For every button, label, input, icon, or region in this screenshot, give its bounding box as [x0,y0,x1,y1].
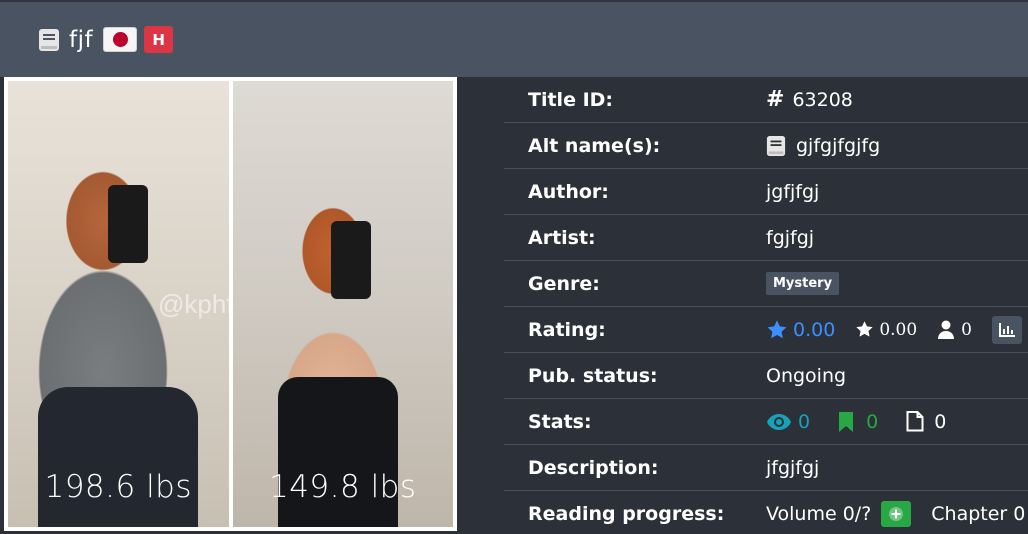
row-stats: Stats: 0 0 0 [504,399,1028,445]
bar-chart-icon [999,322,1015,337]
star-icon [856,321,873,337]
chapter-progress: Chapter 0 [931,503,1026,525]
follows-count: 0 [866,410,879,433]
alt-name-value: gjfgjfgjfg [796,134,881,157]
file-icon [906,411,924,432]
row-rating: Rating: 0.00 0.00 0 [504,307,1028,353]
hash-icon: # [766,87,785,112]
book-icon [766,135,786,156]
alt-names-label: Alt name(s): [528,134,661,157]
cover-image[interactable]: @kphfit 198.6 lbs 149.8 lbs [4,77,457,531]
stats-label: Stats: [528,410,592,433]
views-count: 0 [798,410,811,433]
plus-circle-icon [889,507,904,521]
row-alt-names: Alt name(s): gjfgjfgjfg [504,123,1028,169]
author-label: Author: [528,180,609,203]
row-description: Description: jfgjfgj [504,445,1028,491]
star-icon [767,319,787,338]
row-pub-status: Pub. status: Ongoing [504,353,1028,399]
row-artist: Artist: fgjfgj [504,215,1028,261]
title-header: fjf H [0,0,1028,77]
description-label: Description: [528,456,659,479]
title-id-value: 63208 [792,88,853,111]
book-icon [39,28,59,51]
title-info-table: Title ID: # 63208 Alt name(s): gjfgjfgjf… [504,77,1028,534]
row-author: Author: jgfjfgj [504,169,1028,215]
rating-mean-value: 0.00 [879,319,918,340]
rating-chart-button[interactable] [992,315,1022,344]
artist-label: Artist: [528,226,596,249]
cover-photo-before: @kphfit 198.6 lbs [8,81,229,527]
title-id-label: Title ID: [528,88,614,111]
genre-badge-mystery[interactable]: Mystery [766,272,840,295]
row-genre: Genre: Mystery [504,261,1028,307]
row-title-id: Title ID: # 63208 [504,77,1028,123]
rating-label: Rating: [528,318,606,341]
pub-status-value: Ongoing [766,364,847,387]
cover-weight-before: 198.6 lbs [44,469,193,505]
eye-icon [767,413,791,430]
increment-volume-button[interactable] [881,501,912,527]
chapters-count: 0 [934,410,947,433]
cover-watermark: @kphfit [158,289,229,319]
artist-link[interactable]: fgjfgj [766,227,814,249]
volume-progress: Volume 0/? [766,503,872,525]
genre-label: Genre: [528,272,600,295]
cover-weight-after: 149.8 lbs [268,469,417,505]
pub-status-label: Pub. status: [528,364,658,387]
cover-photo-after: 149.8 lbs [232,81,453,527]
bookmark-icon [839,411,854,432]
reading-progress-label: Reading progress: [528,503,725,525]
rating-users-value: 0 [961,319,972,340]
author-link[interactable]: jgfjfgj [766,181,819,203]
japan-flag-icon [103,27,138,52]
row-reading-progress: Reading progress: Volume 0/? Chapter 0 [504,491,1028,534]
manga-title: fjf [69,26,94,53]
description-value: jfgjfgj [766,456,820,479]
rating-bayesian-value: 0.00 [793,318,836,341]
hentai-badge: H [144,26,174,53]
user-icon [938,320,955,339]
